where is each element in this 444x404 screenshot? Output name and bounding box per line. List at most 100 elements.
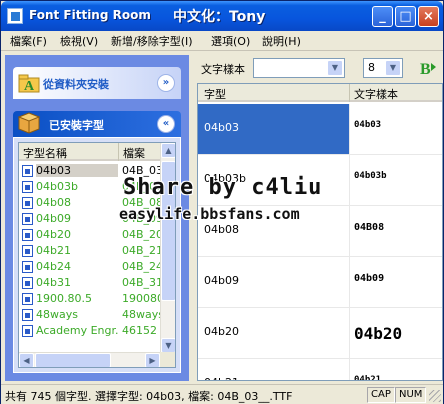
- menu-file[interactable]: 檔案(F): [7, 33, 50, 49]
- scroll-down-icon[interactable]: ▼: [161, 338, 175, 353]
- font-cell: 04b09: [198, 257, 350, 307]
- list-item[interactable]: 04b31 04B_31: [19, 275, 161, 291]
- chevron-down-icon[interactable]: ▼: [327, 60, 343, 76]
- installed-fonts-label: 已安裝字型: [49, 119, 104, 132]
- list-item[interactable]: 04b03 04B_03__: [19, 163, 161, 179]
- chevron-collapse-icon[interactable]: »: [157, 74, 175, 92]
- font-file-icon: [22, 325, 33, 337]
- scroll-left-icon[interactable]: ◀: [19, 353, 34, 367]
- menu-view[interactable]: 檢視(V): [57, 33, 101, 49]
- sample-cell: 04b20: [354, 324, 403, 343]
- font-cell: 04b03: [198, 104, 350, 154]
- font-cell: 04b03b: [198, 155, 350, 205]
- menu-help[interactable]: 說明(H): [259, 33, 304, 49]
- scroll-thumb[interactable]: [161, 161, 175, 301]
- table-row[interactable]: 04b09 04b09: [198, 257, 442, 308]
- menu-options[interactable]: 選項(O): [208, 33, 253, 49]
- font-size-combo[interactable]: 8 ▼: [363, 58, 403, 78]
- font-file: 04B_21: [122, 244, 161, 257]
- scroll-up-icon[interactable]: ▲: [161, 143, 175, 158]
- font-file: 04B_09: [122, 212, 161, 225]
- installed-fonts-group[interactable]: 已安裝字型 «: [13, 111, 181, 137]
- list-item[interactable]: Academy Engr... 46152: [19, 323, 161, 339]
- table-row[interactable]: 04b08 04B08: [198, 206, 442, 257]
- font-name: 04b21: [36, 244, 71, 257]
- font-cell: 04b21: [198, 359, 350, 380]
- close-button[interactable]: ×: [418, 6, 439, 27]
- caps-lock-indicator: CAP: [367, 387, 395, 403]
- font-name: 04b09: [36, 212, 71, 225]
- font-preview-grid[interactable]: 字型 文字樣本 04b03 04b03 04b03b 04b03b 04b08 04B08…: [197, 83, 443, 381]
- task-pane: A 從資料夾安裝 » 已安裝字型 « 字型名稱 檔案 04b03 04B_03__…: [5, 55, 189, 381]
- font-file-icon: [22, 197, 33, 209]
- menu-add-remove-fonts[interactable]: 新增/移除字型(I): [108, 33, 196, 49]
- horizontal-scrollbar[interactable]: ◀ ▶: [19, 352, 161, 367]
- font-size-value: 8: [368, 61, 375, 74]
- sample-cell: 04B08: [354, 222, 385, 233]
- font-name: 04b03: [36, 164, 118, 177]
- apply-font-icon[interactable]: B: [419, 59, 437, 77]
- table-row[interactable]: 04b03 04b03: [198, 104, 442, 155]
- table-row[interactable]: 04b03b 04b03b: [198, 155, 442, 206]
- table-row[interactable]: 04b21 04b21: [198, 359, 442, 381]
- font-name: 1900.80.5: [36, 292, 92, 305]
- font-name: 48ways: [36, 308, 78, 321]
- chevron-expand-icon[interactable]: «: [157, 115, 175, 133]
- list-item[interactable]: 04b08 04B_08: [19, 195, 161, 211]
- installed-fonts-list[interactable]: 字型名稱 檔案 04b0304B_03__04b03b04B_0304b0804…: [18, 142, 176, 368]
- list-item[interactable]: 04b24 04B_24: [19, 259, 161, 275]
- font-cell: 04b08: [198, 206, 350, 256]
- font-file-icon: [22, 165, 33, 177]
- font-name: Academy Engr...: [36, 324, 118, 337]
- chevron-down-icon[interactable]: ▼: [385, 60, 401, 76]
- column-header-file[interactable]: 檔案: [119, 143, 161, 161]
- list-item[interactable]: 04b20 04B_20: [19, 227, 161, 243]
- list-item[interactable]: 04b09 04B_09: [19, 211, 161, 227]
- install-from-folder-group[interactable]: A 從資料夾安裝 »: [13, 67, 181, 99]
- svg-text:A: A: [24, 79, 35, 94]
- list-item[interactable]: 1900.80.5 190080: [19, 291, 161, 307]
- grid-rows: 04b03 04b03 04b03b 04b03b 04b08 04B08 04b09 04b…: [198, 104, 442, 381]
- font-file-icon: [22, 293, 33, 305]
- sample-cell: 04b03b: [354, 171, 387, 181]
- sample-cell: 04b21: [354, 375, 382, 381]
- scroll-corner: [160, 352, 175, 367]
- font-file: 04B_03__: [122, 164, 161, 177]
- sample-cell: 04b09: [354, 273, 385, 284]
- vertical-scrollbar[interactable]: ▲ ▼: [160, 143, 175, 353]
- install-from-folder-label: 從資料夾安裝: [43, 78, 109, 91]
- list-item[interactable]: 04b03b 04B_03: [19, 179, 161, 195]
- font-file: 04B_31: [122, 276, 161, 289]
- resize-grip-icon[interactable]: [429, 390, 441, 402]
- sample-cell: 04b03: [354, 120, 382, 130]
- window-subtitle: 中文化：Tony: [173, 9, 266, 25]
- minimize-button[interactable]: _: [372, 6, 393, 27]
- status-text: 共有 745 個字型. 選擇字型: 04b03, 檔案: 04B_03__.TT…: [5, 390, 293, 403]
- hscroll-thumb[interactable]: [35, 353, 111, 367]
- scroll-right-icon[interactable]: ▶: [145, 353, 160, 367]
- column-header-font-name[interactable]: 字型名稱: [19, 143, 119, 161]
- font-file: 48ways: [122, 308, 161, 321]
- font-name: 04b08: [36, 196, 71, 209]
- sample-text-combo[interactable]: ▼: [253, 58, 345, 78]
- font-file-icon: [22, 309, 33, 321]
- maximize-button[interactable]: □: [395, 6, 416, 27]
- font-file-icon: [22, 261, 33, 273]
- font-cell: 04b20: [198, 308, 350, 358]
- app-icon[interactable]: [7, 8, 23, 24]
- list-item[interactable]: 04b21 04B_21: [19, 243, 161, 259]
- font-file-icon: [22, 229, 33, 241]
- font-box-icon: [17, 112, 41, 134]
- title-bar[interactable]: Font Fitting Room 中文化：Tony _ □ ×: [1, 1, 443, 31]
- column-header-sample-text[interactable]: 文字樣本: [350, 84, 442, 102]
- column-header-font[interactable]: 字型: [198, 84, 350, 102]
- num-lock-indicator: NUM: [395, 387, 427, 403]
- font-file: 04B_24: [122, 260, 161, 273]
- table-row[interactable]: 04b20 04b20: [198, 308, 442, 359]
- font-file-icon: [22, 277, 33, 289]
- font-file-icon: [22, 245, 33, 257]
- panel-splitter[interactable]: [189, 55, 195, 381]
- font-folder-icon: A: [18, 74, 40, 94]
- sample-text-label: 文字樣本: [201, 63, 245, 76]
- list-item[interactable]: 48ways 48ways: [19, 307, 161, 323]
